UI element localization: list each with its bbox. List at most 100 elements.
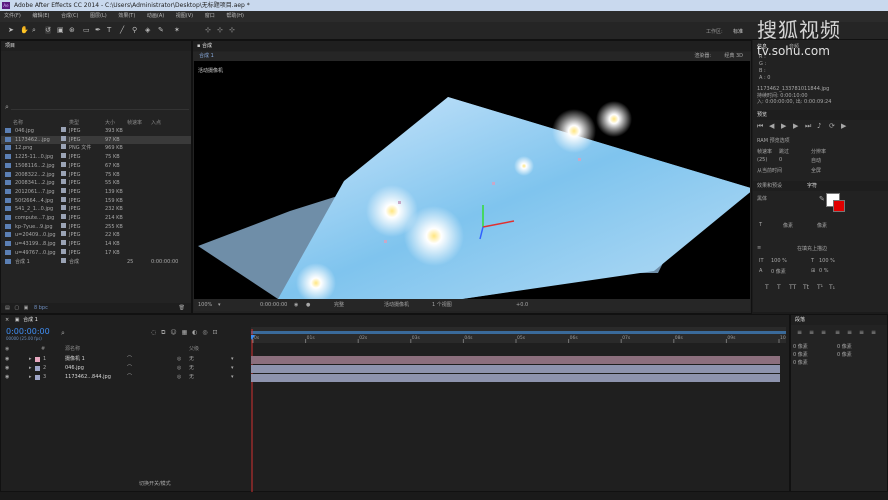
dropdown-icon[interactable]: ▾ (231, 373, 234, 382)
faux-italic-icon[interactable]: T (777, 284, 781, 291)
label-color-icon[interactable] (61, 196, 66, 205)
workspace-select[interactable]: 标准 (733, 28, 743, 35)
search-icon[interactable]: ⌕ (5, 103, 9, 112)
col-name[interactable]: 名称 (13, 119, 23, 127)
eye-icon[interactable]: ◉ (5, 364, 9, 373)
hand-tool-icon[interactable]: ✋ (20, 26, 29, 34)
label-color-icon[interactable] (61, 214, 66, 222)
eyedropper-icon[interactable]: ✎ (819, 195, 825, 203)
col-in[interactable]: 入点 (151, 119, 161, 127)
lock-icon[interactable]: ▪ (197, 43, 200, 49)
label-color-icon[interactable] (61, 161, 66, 170)
indent-left-value[interactable]: 0 像素 (793, 343, 808, 350)
layer-handle[interactable] (384, 240, 387, 243)
pan-behind-tool-icon[interactable]: ⊛ (69, 26, 75, 34)
label-color-icon[interactable] (61, 222, 66, 231)
vertical-scale-value[interactable]: 100 % (771, 258, 787, 264)
expand-icon[interactable]: ▸ (29, 373, 32, 382)
draft-3d-icon[interactable]: ◌ (151, 329, 156, 336)
switch-shy-icon[interactable]: ⌒ (127, 373, 132, 382)
label-color-icon[interactable] (61, 135, 66, 144)
label-color-icon[interactable] (61, 248, 66, 257)
space-after-value[interactable]: 0 像素 (793, 359, 808, 366)
timeline-search-icon[interactable]: ⌕ (61, 329, 65, 338)
zoom-dropdown-icon[interactable]: ▾ (218, 299, 221, 311)
indent-first-value[interactable]: 0 像素 (793, 351, 808, 358)
layer-duration-bar[interactable] (251, 356, 780, 364)
list-item[interactable]: 2008341...2.jpg JPEG 55 KB (1, 179, 191, 187)
from-current-checkbox[interactable]: 从当前时间 (757, 167, 782, 174)
next-frame-icon[interactable]: ▶ (793, 122, 798, 130)
list-item[interactable]: 50f2664...4.jpg JPEG 159 KB (1, 196, 191, 205)
parent-select[interactable]: 无 (189, 364, 194, 373)
label-color-icon[interactable] (61, 240, 66, 248)
expand-icon[interactable]: ▸ (29, 355, 32, 364)
small-caps-icon[interactable]: Tt (803, 284, 809, 291)
stroke-color-swatch[interactable] (833, 200, 845, 212)
label-color-icon[interactable] (61, 257, 66, 266)
play-icon[interactable]: ▶ (781, 122, 786, 130)
image-layer-plane[interactable] (278, 97, 750, 299)
list-item[interactable]: 1173462...jpg JPEG 97 KB (1, 135, 191, 144)
list-item[interactable]: kp-7yue...9.jpg JPEG 255 KB (1, 222, 191, 231)
close-icon[interactable]: × (5, 317, 9, 323)
layer-label-color[interactable] (35, 366, 40, 371)
project-search-input[interactable] (11, 104, 189, 110)
tab-project[interactable]: 项目 (5, 43, 15, 49)
fullscreen-checkbox[interactable]: 全屏 (811, 167, 821, 174)
view-select[interactable]: 活动摄像机 (384, 299, 409, 311)
bpc-label[interactable]: 8 bpc (34, 305, 48, 311)
menu-edit[interactable]: 编辑(E) (32, 13, 49, 19)
quality-select[interactable]: 完整 (334, 299, 344, 311)
faux-bold-icon[interactable]: T (765, 284, 769, 291)
menu-view[interactable]: 视图(V) (176, 13, 193, 19)
col-type[interactable]: 类型 (69, 119, 79, 127)
zoom-select[interactable]: 100% (198, 299, 212, 311)
align-center-icon[interactable]: ≡ (809, 329, 814, 336)
list-item[interactable]: 046.jpg JPEG 393 KB (1, 127, 191, 135)
brainstorm-icon[interactable]: ◎ (202, 329, 207, 336)
layer-row[interactable]: ◉ ▸ 1 摄像机 1 ⌒ ◎ 无 ▾ (1, 355, 249, 364)
toggle-switches-modes[interactable]: 切换开关/模式 (139, 480, 171, 487)
tab-composition[interactable]: 合成 (202, 43, 212, 49)
timeline-timecode[interactable]: 0:00:00:00 (6, 327, 50, 336)
justify-center-icon[interactable]: ≡ (847, 329, 852, 336)
menu-layer[interactable]: 图层(L) (90, 13, 107, 19)
label-color-icon[interactable] (61, 144, 66, 152)
rectangle-tool-icon[interactable]: ▭ (83, 26, 90, 34)
label-color-icon[interactable] (61, 187, 66, 196)
list-item[interactable]: u=43199...8.jpg JPEG 14 KB (1, 240, 191, 248)
new-comp-icon[interactable]: ▣ (24, 305, 29, 311)
parent-pickwhip-icon[interactable]: ◎ (177, 355, 181, 364)
tab-character[interactable]: 字符 (807, 182, 817, 189)
res-select[interactable]: 自动 (811, 157, 821, 164)
col-size[interactable]: 大小 (105, 119, 115, 127)
parent-pickwhip-icon[interactable]: ◎ (177, 364, 181, 373)
audio-icon[interactable]: ♪ (817, 122, 821, 130)
dropdown-icon[interactable]: ▾ (231, 364, 234, 373)
motion-blur-icon[interactable]: ◐ (192, 329, 197, 336)
skip-field[interactable]: 0 (779, 157, 782, 163)
menu-animation[interactable]: 动画(A) (147, 13, 164, 19)
trash-icon[interactable]: 🗑 (179, 303, 185, 313)
shy-icon[interactable]: ☺ (170, 329, 176, 336)
list-item[interactable]: u=20409...0.jpg JPEG 22 KB (1, 231, 191, 239)
switch-shy-icon[interactable]: ⌒ (127, 355, 132, 364)
col-fps[interactable]: 帧速率 (127, 119, 142, 127)
pen-tool-icon[interactable]: ✒ (95, 26, 101, 34)
expand-icon[interactable]: ▸ (29, 364, 32, 373)
font-size-value[interactable]: 像素 (783, 222, 793, 229)
view-axis-icon[interactable]: ⊹ (229, 26, 235, 34)
camera-snapshot-icon[interactable]: ◉ (294, 299, 298, 311)
justify-all-icon[interactable]: ≡ (871, 329, 876, 336)
composition-viewer[interactable]: 活动摄像机 (194, 61, 750, 299)
label-color-icon[interactable] (61, 179, 66, 187)
list-item[interactable]: 1225-11...0.jpg JPEG 75 KB (1, 153, 191, 161)
layer-label-color[interactable] (35, 357, 40, 362)
label-color-icon[interactable] (61, 205, 66, 213)
comp-name-tab[interactable]: 合成 1 (199, 53, 214, 59)
layer-row[interactable]: ◉ ▸ 2 046.jpg ⌒ ◎ 无 ▾ (1, 364, 249, 373)
selection-tool-icon[interactable]: ➤ (8, 26, 14, 34)
superscript-icon[interactable]: T¹ (817, 284, 823, 291)
baseline-value[interactable]: 0 像素 (771, 268, 786, 275)
